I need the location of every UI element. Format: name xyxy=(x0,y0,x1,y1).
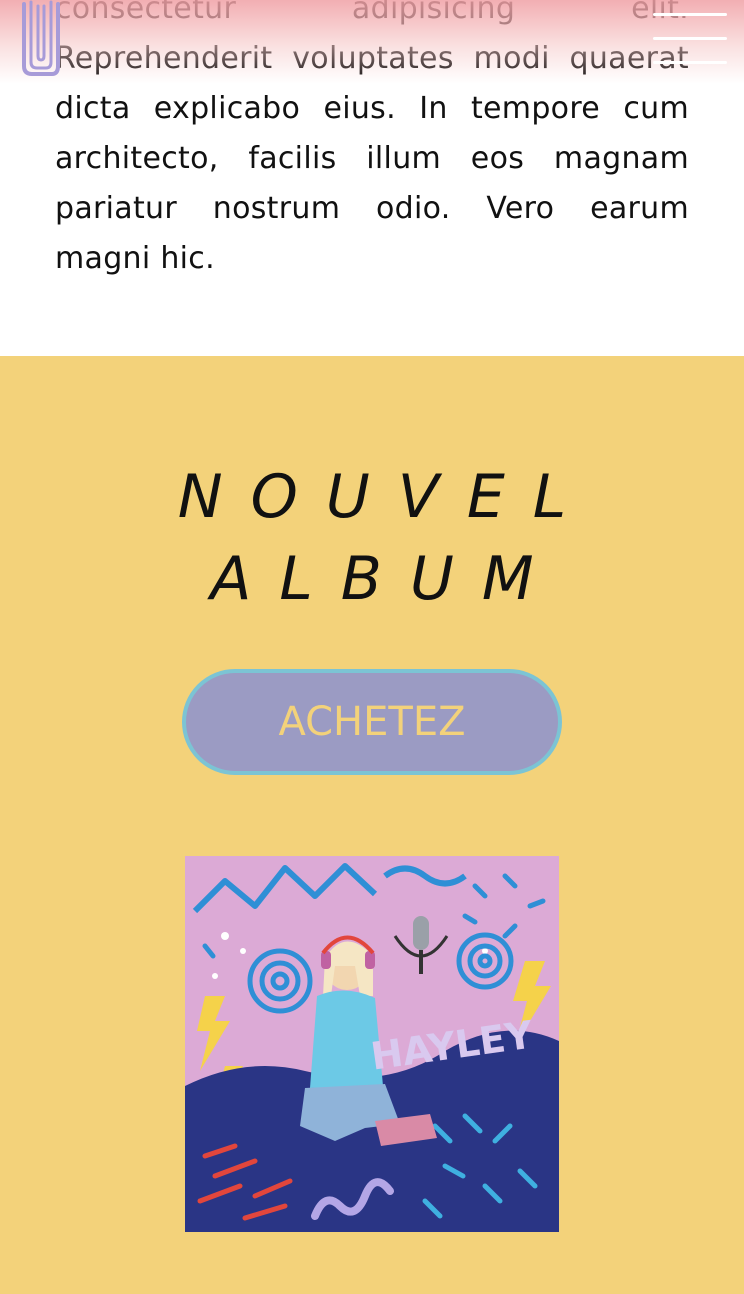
new-album-section: NOUVEL ALBUM ACHETEZ HAYLEY xyxy=(0,356,744,1294)
album-title-line-1: NOUVEL xyxy=(177,462,595,532)
album-title: NOUVEL ALBUM xyxy=(0,456,744,620)
menu-bar-top xyxy=(653,13,727,16)
brand-logo-icon[interactable] xyxy=(18,0,64,80)
hamburger-menu-icon[interactable] xyxy=(650,10,730,70)
menu-bar-bottom xyxy=(653,61,727,64)
menu-bar-middle xyxy=(653,37,727,40)
album-cover-image[interactable]: HAYLEY xyxy=(185,856,559,1232)
site-header xyxy=(0,0,744,84)
album-title-line-2: ALBUM xyxy=(210,544,562,614)
buy-button[interactable]: ACHETEZ xyxy=(182,669,562,775)
